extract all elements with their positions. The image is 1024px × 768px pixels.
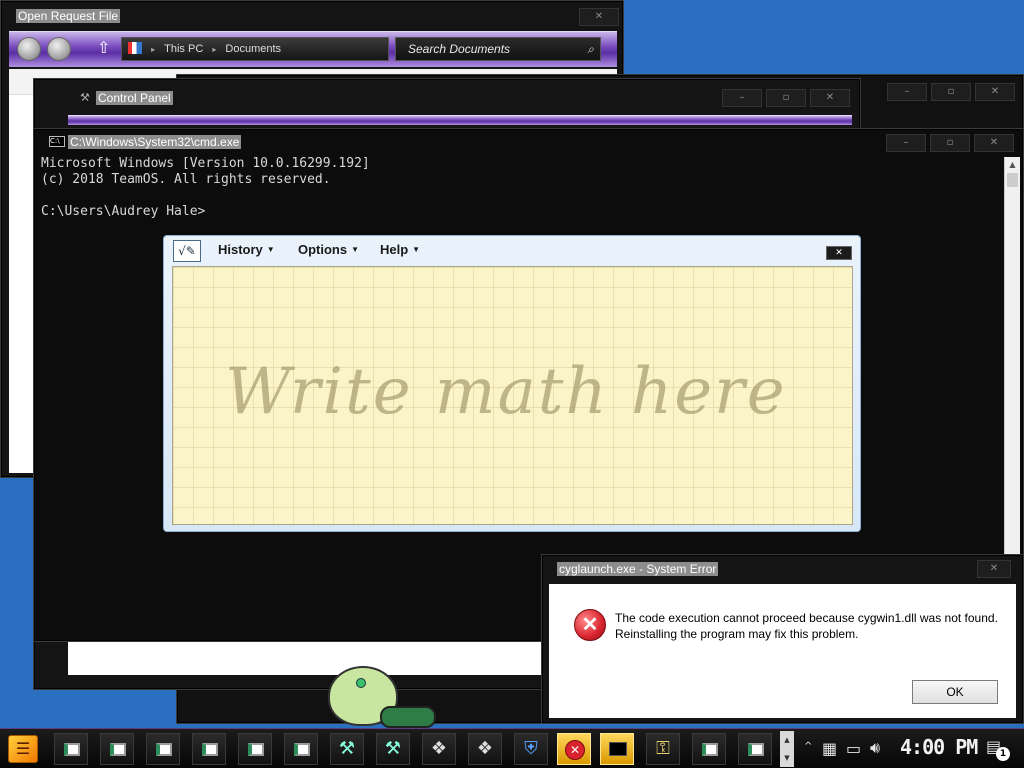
window-title: Open Request File — [16, 9, 121, 23]
taskbar-window-icon[interactable] — [238, 733, 272, 765]
taskbar-chat-icon[interactable]: ❖ — [422, 733, 456, 765]
clock[interactable]: 4:00 PM — [900, 735, 978, 759]
maximize-button[interactable]: ▫ — [930, 134, 970, 152]
taskbar-window-icon[interactable] — [284, 733, 318, 765]
console-line: Microsoft Windows [Version 10.0.16299.19… — [41, 156, 370, 171]
control-panel-icon: ⚒ — [80, 91, 90, 104]
math-input-panel: √✎ History ▼ Options ▼ Help ▼ ✕ Write math … — [163, 235, 861, 532]
search-icon: ⌕ — [587, 42, 594, 56]
forward-button[interactable] — [47, 37, 71, 61]
window-icon — [702, 743, 718, 756]
start-button[interactable]: ☰ — [8, 735, 38, 763]
minimize-button[interactable]: – — [722, 89, 762, 107]
breadcrumb-documents[interactable]: Documents — [225, 43, 281, 55]
close-button[interactable]: ✕ — [810, 89, 850, 107]
address-bar — [68, 115, 852, 125]
error-message-line: The code execution cannot proceed becaus… — [615, 611, 998, 625]
window-icon — [248, 743, 264, 756]
window-icon — [64, 743, 80, 756]
taskbar-scroll[interactable]: ▲ ▼ — [780, 731, 794, 767]
close-button[interactable]: ✕ — [974, 134, 1014, 152]
taskbar-shield-icon[interactable]: ⛨ — [514, 733, 548, 765]
volume-icon[interactable]: 🔊︎ — [870, 738, 880, 758]
minimize-button[interactable]: – — [886, 134, 926, 152]
notification-badge: 1 — [996, 747, 1010, 761]
maximize-button[interactable]: ▫ — [766, 89, 806, 107]
taskbar-window-icon[interactable] — [100, 733, 134, 765]
writing-hint: Write math here — [225, 355, 787, 429]
close-button[interactable]: ✕ — [977, 560, 1011, 578]
chevron-down-icon: ▼ — [412, 245, 421, 254]
console-line: (c) 2018 TeamOS. All rights reserved. — [41, 172, 331, 187]
menu-help[interactable]: Help ▼ — [380, 242, 420, 257]
cmd-icon: C:\ — [49, 136, 65, 147]
error-icon: ✕ — [565, 740, 585, 760]
close-button[interactable]: ✕ — [826, 246, 852, 260]
desktop-mascot — [322, 662, 438, 730]
show-hidden-icons-icon[interactable]: ^ — [804, 741, 812, 752]
taskbar-window-icon[interactable] — [692, 733, 726, 765]
mascot-gem — [356, 678, 366, 688]
menu-options[interactable]: Options ▼ — [298, 242, 359, 257]
ok-button[interactable]: OK — [912, 680, 998, 704]
taskbar-window-icon[interactable] — [146, 733, 180, 765]
taskbar-window-icon[interactable] — [192, 733, 226, 765]
close-button[interactable]: ✕ — [975, 83, 1015, 101]
scroll-thumb[interactable] — [1007, 173, 1018, 187]
taskbar-key-icon[interactable]: ⚿ — [646, 733, 680, 765]
window-icon — [748, 743, 764, 756]
address-bar: ⇧ ▸ This PC ▸ Documents Search Documents… — [9, 31, 617, 67]
taskbar-tools-icon[interactable]: ⚒ — [330, 733, 364, 765]
error-dialog: cyglaunch.exe - System Error ✕ ✕ The cod… — [541, 554, 1024, 724]
window-icon — [294, 743, 310, 756]
dialog-body: ✕ The code execution cannot proceed beca… — [549, 584, 1016, 718]
chevron-down-icon: ▼ — [266, 245, 275, 254]
window-icon — [202, 743, 218, 756]
taskbar-window-icon[interactable] — [54, 733, 88, 765]
dialog-title: cyglaunch.exe - System Error — [557, 562, 719, 576]
window-title: C:\Windows\System32\cmd.exe — [68, 135, 242, 149]
taskbar-chat-icon[interactable]: ❖ — [468, 733, 502, 765]
error-icon: ✕ — [574, 609, 606, 641]
back-button[interactable] — [17, 37, 41, 61]
minimize-button[interactable]: – — [887, 83, 927, 101]
up-arrow-icon[interactable]: ⇧ — [97, 38, 110, 57]
window-icon — [110, 743, 126, 756]
scroll-up-icon[interactable]: ▲ — [1005, 157, 1020, 173]
taskbar-window-icon[interactable] — [738, 733, 772, 765]
taskbar-tools-icon[interactable]: ⚒ — [376, 733, 410, 765]
window-icon — [156, 743, 172, 756]
mascot-body — [380, 706, 436, 728]
notification-icon[interactable]: ▤ 1 — [986, 737, 1010, 761]
breadcrumb-this-pc[interactable]: This PC — [164, 43, 203, 55]
math-panel-icon: √✎ — [173, 240, 201, 262]
console-prompt[interactable]: C:\Users\Audrey Hale> — [41, 204, 205, 220]
monitor-icon[interactable]: ▭ — [846, 739, 861, 758]
taskbar-cmd-icon[interactable] — [600, 733, 634, 765]
writing-area[interactable]: Write math here — [172, 266, 853, 525]
taskbar: ☰ ⚒ ⚒ ❖ ❖ ⛨ ✕ ⚿ ▲ ▼ ^ ▦ ▭ 🔊︎ 4:00 PM ▤ 1 — [0, 728, 1024, 768]
search-input[interactable]: Search Documents ⌕ — [395, 37, 601, 61]
chevron-down-icon: ▼ — [351, 245, 360, 254]
breadcrumb[interactable]: ▸ This PC ▸ Documents — [121, 37, 389, 61]
folder-icon — [128, 42, 142, 54]
network-icon[interactable]: ▦ — [822, 739, 837, 758]
cmd-icon — [609, 742, 627, 756]
taskbar-error-icon[interactable]: ✕ — [557, 733, 591, 765]
error-message-line: Reinstalling the program may fix this pr… — [615, 627, 859, 641]
close-button[interactable]: ✕ — [579, 8, 619, 26]
maximize-button[interactable]: ▫ — [931, 83, 971, 101]
window-title: Control Panel — [96, 91, 173, 105]
menu-history[interactable]: History ▼ — [218, 242, 275, 257]
